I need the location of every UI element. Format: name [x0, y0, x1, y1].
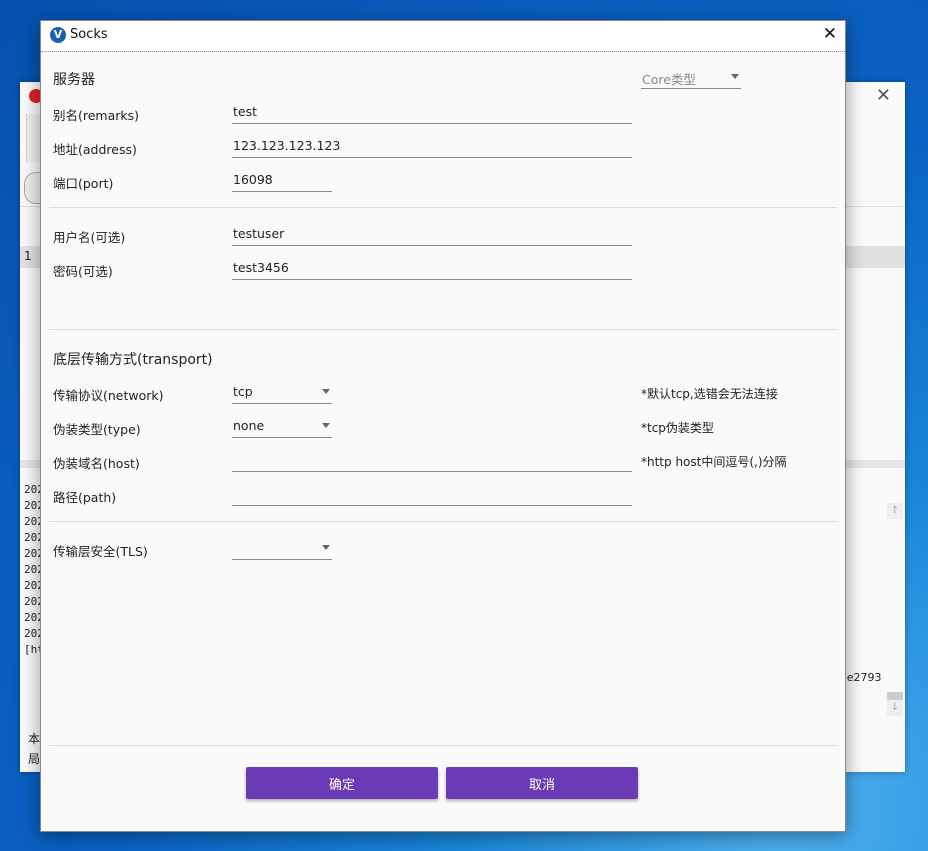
section-divider — [49, 329, 837, 330]
remarks-field[interactable] — [232, 100, 632, 124]
ok-button[interactable]: 确定 — [246, 767, 438, 799]
username-label: 用户名(可选) — [53, 230, 126, 245]
address-field[interactable] — [232, 134, 632, 158]
password-label: 密码(可选) — [53, 264, 113, 279]
port-field[interactable] — [232, 168, 332, 192]
chevron-down-icon — [731, 74, 739, 79]
footer-divider — [49, 745, 837, 746]
status-text: 本 — [28, 732, 41, 746]
path-field[interactable] — [232, 482, 632, 506]
background-close-icon[interactable]: ✕ — [876, 85, 891, 106]
core-type-placeholder: Core类型 — [642, 72, 696, 87]
username-field[interactable] — [232, 222, 632, 246]
path-label: 路径(path) — [53, 490, 117, 505]
password-field[interactable] — [232, 256, 632, 280]
network-hint: *默认tcp,选错会无法连接 — [641, 387, 778, 401]
host-label: 伪装域名(host) — [53, 456, 140, 471]
network-label: 传输协议(network) — [53, 388, 164, 403]
network-value: tcp — [233, 384, 253, 399]
tls-label: 传输层安全(TLS) — [53, 544, 148, 559]
network-select[interactable]: tcp — [232, 380, 332, 404]
core-type-select[interactable]: Core类型 — [641, 65, 741, 89]
port-label: 端口(port) — [53, 176, 114, 191]
address-label: 地址(address) — [53, 142, 137, 157]
section-divider — [49, 207, 837, 208]
host-hint: *http host中间逗号(,)分隔 — [641, 455, 787, 469]
server-section-title: 服务器 — [53, 72, 95, 88]
cancel-button[interactable]: 取消 — [446, 767, 638, 799]
dialog-title: Socks — [70, 27, 108, 42]
type-select[interactable]: none — [232, 414, 332, 438]
close-icon[interactable]: ✕ — [823, 24, 837, 44]
chevron-down-icon — [322, 545, 330, 550]
title-bar: V Socks ✕ — [41, 21, 845, 52]
chevron-down-icon — [322, 423, 330, 428]
tls-select[interactable] — [232, 536, 332, 560]
section-divider — [49, 521, 837, 522]
log-tail-text: ae2793 — [840, 671, 882, 684]
scroll-up-icon[interactable]: ↑ — [887, 503, 903, 519]
socks-dialog: V Socks ✕ 服务器 Core类型 别名(remarks) 地址(addr… — [40, 20, 846, 832]
v2ray-logo-icon: V — [50, 27, 66, 43]
transport-section-title: 底层传输方式(transport) — [53, 352, 213, 368]
type-value: none — [233, 418, 265, 433]
type-hint: *tcp伪装类型 — [641, 421, 714, 435]
status-text: 局 — [28, 752, 41, 766]
scrollbar-thumb[interactable] — [887, 692, 903, 700]
chevron-down-icon — [322, 389, 330, 394]
scroll-down-icon[interactable]: ↓ — [887, 700, 903, 716]
host-field[interactable] — [232, 448, 632, 472]
row-index: 1 — [24, 249, 32, 263]
remarks-label: 别名(remarks) — [53, 108, 140, 123]
type-label: 伪装类型(type) — [53, 422, 141, 437]
